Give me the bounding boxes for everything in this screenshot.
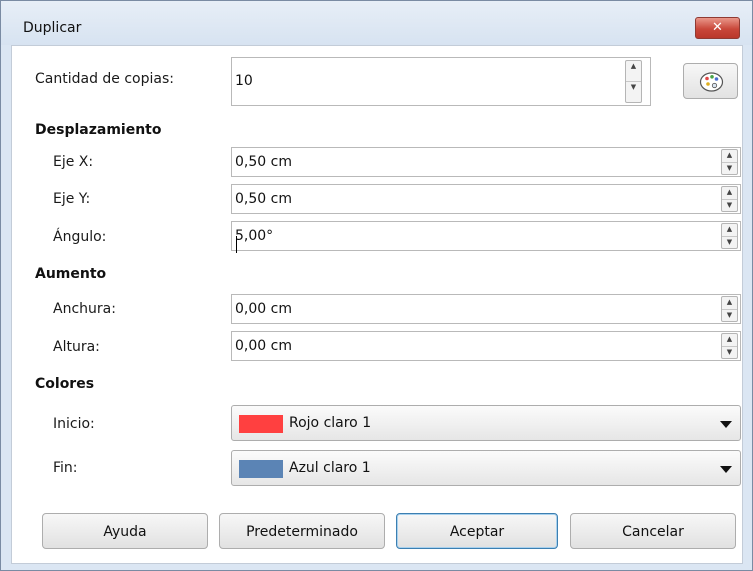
angle-spinner[interactable]: ▲ ▼ xyxy=(721,223,738,249)
enlargement-heading: Aumento xyxy=(35,266,107,282)
copies-spinner[interactable]: ▲ ▼ xyxy=(625,60,642,103)
height-label: Altura: xyxy=(53,339,100,355)
values-from-selection-button[interactable] xyxy=(683,63,738,99)
end-color-value: Azul claro 1 xyxy=(289,460,371,476)
y-axis-spinner[interactable]: ▲ ▼ xyxy=(721,186,738,212)
dropdown-arrow-icon xyxy=(720,421,732,428)
start-color-value: Rojo claro 1 xyxy=(289,415,372,431)
cancel-button[interactable]: Cancelar xyxy=(570,513,736,549)
x-axis-spinner[interactable]: ▲ ▼ xyxy=(721,149,738,175)
dialog-content: Cantidad de copias: 10 ▲ ▼ Desplazamient… xyxy=(11,45,743,564)
colors-heading: Colores xyxy=(35,376,95,392)
text-cursor xyxy=(236,236,237,253)
angle-input[interactable]: 5,00° xyxy=(231,221,741,251)
spin-down-icon[interactable]: ▼ xyxy=(722,345,737,359)
spin-up-icon[interactable]: ▲ xyxy=(722,297,737,309)
ok-button[interactable]: Aceptar xyxy=(396,513,558,549)
help-button[interactable]: Ayuda xyxy=(42,513,208,549)
spin-down-icon[interactable]: ▼ xyxy=(722,308,737,322)
spin-up-icon[interactable]: ▲ xyxy=(722,334,737,346)
height-input[interactable]: 0,00 cm xyxy=(231,331,741,361)
spin-up-icon[interactable]: ▲ xyxy=(722,187,737,199)
copies-input[interactable]: 10 xyxy=(231,57,651,106)
spin-down-icon[interactable]: ▼ xyxy=(722,235,737,249)
copies-label: Cantidad de copias: xyxy=(35,71,174,87)
y-axis-label: Eje Y: xyxy=(53,191,91,207)
angle-label: Ángulo: xyxy=(53,229,107,245)
height-spinner[interactable]: ▲ ▼ xyxy=(721,333,738,359)
duplicate-dialog: Duplicar ✕ Cantidad de copias: 10 ▲ ▼ De… xyxy=(0,0,753,571)
spin-down-icon[interactable]: ▼ xyxy=(722,161,737,175)
spin-up-icon[interactable]: ▲ xyxy=(722,150,737,162)
spin-down-icon[interactable]: ▼ xyxy=(722,198,737,212)
end-color-select[interactable]: Azul claro 1 xyxy=(231,450,741,486)
y-axis-input[interactable]: 0,50 cm xyxy=(231,184,741,214)
width-input[interactable]: 0,00 cm xyxy=(231,294,741,324)
start-color-swatch xyxy=(239,415,283,433)
dropdown-arrow-icon xyxy=(720,466,732,473)
dialog-title: Duplicar xyxy=(23,20,82,36)
spin-up-icon[interactable]: ▲ xyxy=(626,61,641,81)
start-color-label: Inicio: xyxy=(53,416,95,432)
end-color-label: Fin: xyxy=(53,460,78,476)
start-color-select[interactable]: Rojo claro 1 xyxy=(231,405,741,441)
end-color-swatch xyxy=(239,460,283,478)
displacement-heading: Desplazamiento xyxy=(35,122,162,138)
spin-up-icon[interactable]: ▲ xyxy=(722,224,737,236)
x-axis-input[interactable]: 0,50 cm xyxy=(231,147,741,177)
default-button[interactable]: Predeterminado xyxy=(219,513,385,549)
title-bar[interactable]: Duplicar ✕ xyxy=(1,1,752,45)
width-label: Anchura: xyxy=(53,301,116,317)
spin-down-icon[interactable]: ▼ xyxy=(626,81,641,102)
close-button[interactable]: ✕ xyxy=(695,17,740,39)
x-axis-label: Eje X: xyxy=(53,154,94,170)
width-spinner[interactable]: ▲ ▼ xyxy=(721,296,738,322)
palette-icon xyxy=(699,72,724,92)
